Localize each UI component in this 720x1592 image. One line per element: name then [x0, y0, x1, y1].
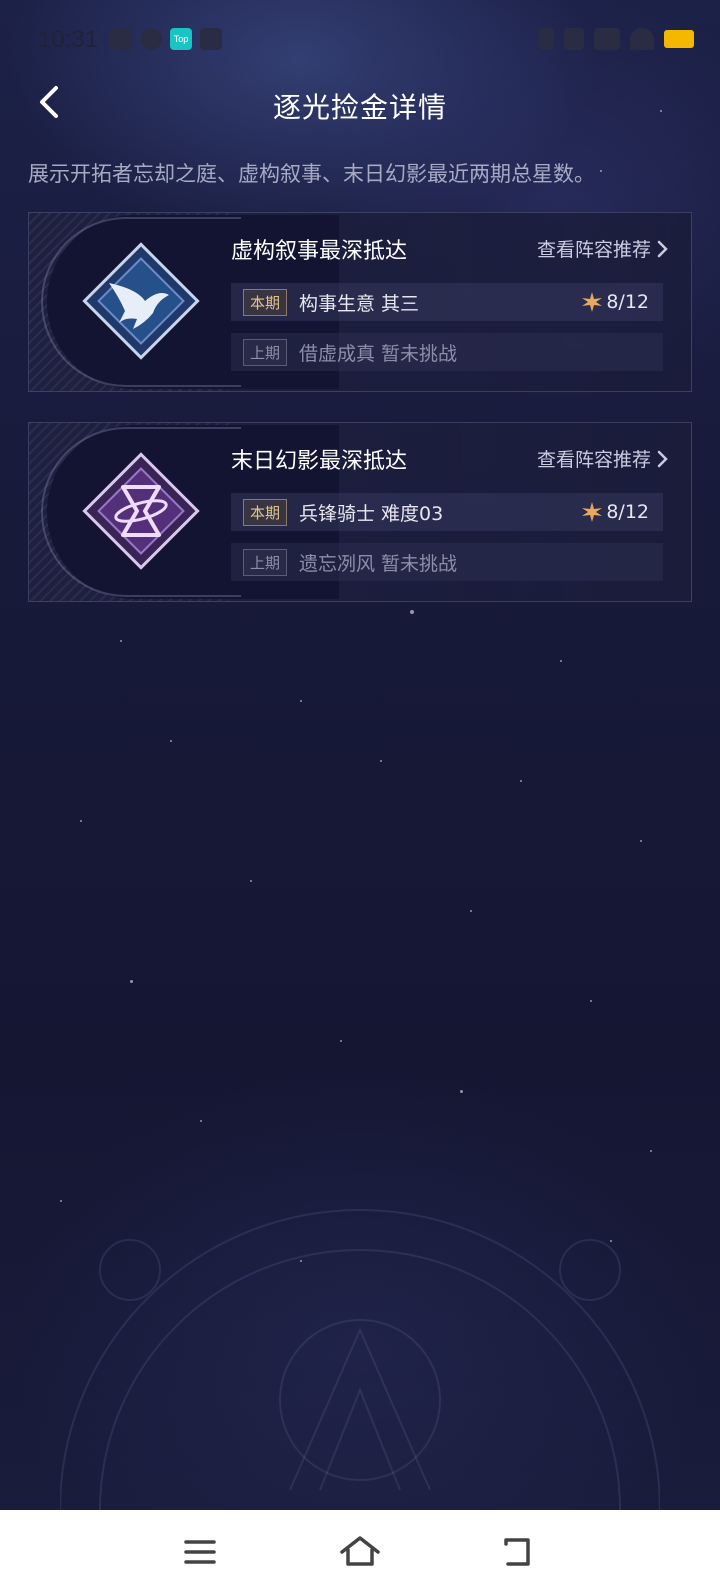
system-icons	[538, 28, 694, 50]
current-stage: 兵锋骑士 难度03	[299, 502, 444, 525]
star-count: 8/12	[582, 501, 649, 523]
star-count-value: 8/12	[606, 291, 649, 313]
menu-icon	[184, 1540, 216, 1564]
status-time: 10:31	[38, 26, 99, 53]
wifi-icon	[630, 28, 654, 50]
sync-notification-icon	[140, 28, 162, 50]
signal-icon	[594, 28, 620, 50]
background-emblem	[60, 1209, 660, 1510]
previous-stage: 遗忘冽风 暂未挑战	[299, 552, 458, 575]
star-icon	[582, 292, 603, 312]
top-app-icon: Top	[170, 28, 192, 50]
view-lineup-label: 查看阵容推荐	[536, 239, 651, 261]
view-lineup-link[interactable]: 查看阵容推荐	[537, 445, 669, 472]
menu-button[interactable]	[178, 1530, 222, 1574]
return-icon	[504, 1538, 530, 1566]
previous-period-row: 上期 遗忘冽风 暂未挑战	[231, 543, 663, 581]
vibrate-icon	[538, 28, 554, 50]
star-count: 8/12	[582, 291, 649, 313]
bird-emblem-icon	[82, 242, 200, 360]
home-icon	[340, 1536, 380, 1566]
star-icon	[582, 502, 603, 522]
card-title: 虚构叙事最深抵达	[231, 239, 408, 264]
notification-icons: Top	[110, 28, 222, 50]
view-lineup-label: 查看阵容推荐	[536, 449, 651, 471]
hourglass-emblem-icon	[82, 452, 200, 570]
card-fiction-narrative: 虚构叙事最深抵达 查看阵容推荐 本期 构事生意 其三 8/12 上期 借虚成真 …	[28, 212, 692, 392]
system-nav-bar	[0, 1510, 720, 1592]
page-title: 逐光捡金详情	[272, 91, 447, 124]
current-period-row: 本期 构事生意 其三 8/12	[231, 283, 663, 321]
description-text: 展示开拓者忘却之庭、虚构叙事、末日幻影最近两期总星数。	[28, 162, 595, 186]
previous-stage: 借虚成真 暂未挑战	[299, 342, 458, 365]
hd-icon	[564, 28, 584, 50]
previous-tag: 上期	[243, 338, 288, 366]
card-title: 末日幻影最深抵达	[231, 449, 408, 474]
current-stage: 构事生意 其三	[299, 292, 420, 315]
battery-icon	[664, 30, 694, 48]
card-apocalyptic-shadow: 末日幻影最深抵达 查看阵容推荐 本期 兵锋骑士 难度03 8/12 上期 遗忘冽…	[28, 422, 692, 602]
previous-period-row: 上期 借虚成真 暂未挑战	[231, 333, 663, 371]
status-bar: 10:31 Top	[0, 0, 720, 80]
home-button[interactable]	[338, 1530, 382, 1574]
star-count-value: 8/12	[606, 501, 649, 523]
current-tag: 本期	[243, 288, 288, 316]
previous-tag: 上期	[243, 548, 288, 576]
chevron-right-icon	[657, 240, 668, 257]
view-lineup-link[interactable]: 查看阵容推荐	[537, 235, 669, 262]
mail-notification-icon	[200, 28, 222, 50]
return-button[interactable]	[498, 1530, 542, 1574]
current-tag: 本期	[243, 498, 288, 526]
current-period-row: 本期 兵锋骑士 难度03 8/12	[231, 493, 663, 531]
chat-notification-icon	[110, 28, 132, 50]
chevron-right-icon	[657, 450, 668, 467]
